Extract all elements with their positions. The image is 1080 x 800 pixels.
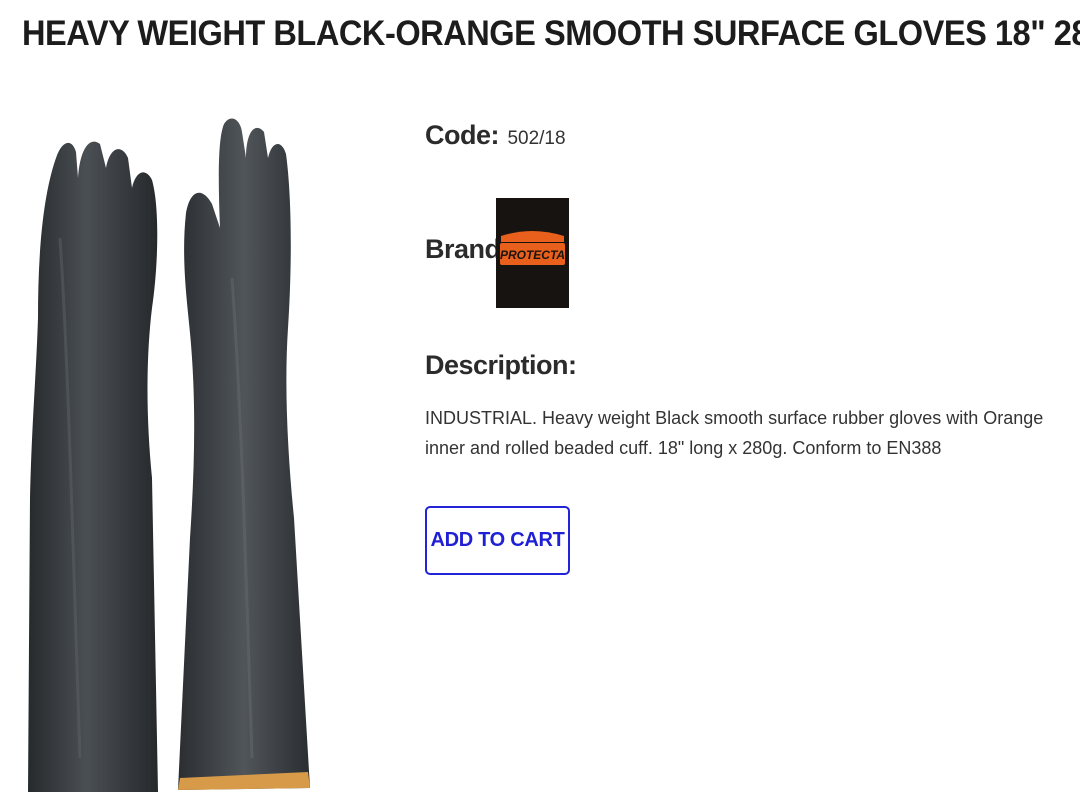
description-heading: Description: [425,350,577,380]
product-image [20,118,340,798]
product-brand: Brand: PROTECTA [425,198,725,308]
product-page: HEAVY WEIGHT BLACK-ORANGE SMOOTH SURFACE… [0,0,1080,800]
description-text: INDUSTRIAL. Heavy weight Black smooth su… [425,408,1044,458]
product-code: Code: 502/18 [425,120,566,151]
code-value: 502/18 [507,128,566,149]
add-to-cart-button[interactable]: ADD TO CART [425,506,570,575]
brand-logo[interactable]: PROTECTA [496,198,569,308]
product-title: HEAVY WEIGHT BLACK-ORANGE SMOOTH SURFACE… [22,14,1080,53]
code-label: Code: [425,120,500,150]
brand-logo-text: PROTECTA [500,248,565,262]
